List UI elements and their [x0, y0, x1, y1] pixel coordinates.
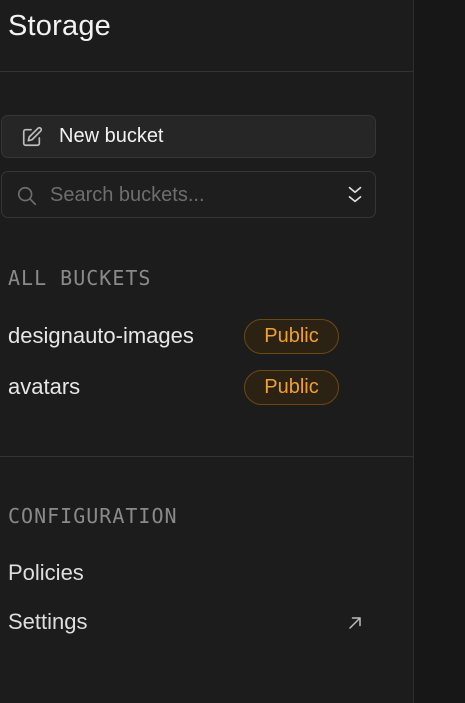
bucket-item-designauto-images[interactable]: designauto-images Public: [0, 317, 413, 357]
storage-sidebar: Storage New bucket ALL BUCKETS designaut…: [0, 0, 414, 703]
bucket-item-avatars[interactable]: avatars Public: [0, 368, 413, 408]
search-buckets-input[interactable]: [50, 180, 330, 210]
search-icon: [17, 186, 37, 206]
new-bucket-button[interactable]: New bucket: [1, 115, 376, 158]
config-item-policies[interactable]: Policies: [0, 555, 413, 595]
new-bucket-label: New bucket: [59, 125, 164, 147]
settings-label: Settings: [8, 609, 88, 634]
config-item-settings[interactable]: Settings: [0, 604, 413, 644]
configuration-heading: CONFIGURATION: [8, 504, 178, 528]
main-content-area: [414, 0, 465, 703]
edit-icon: [22, 126, 43, 147]
policies-label: Policies: [8, 560, 84, 585]
public-badge: Public: [244, 370, 339, 405]
page-title: Storage: [8, 10, 111, 42]
all-buckets-heading: ALL BUCKETS: [8, 266, 152, 290]
bucket-name: designauto-images: [8, 323, 194, 348]
section-divider: [0, 456, 413, 457]
header-divider: [0, 71, 413, 72]
chevrons-down-icon[interactable]: [344, 184, 366, 206]
public-badge: Public: [244, 319, 339, 354]
search-buckets-field: [1, 171, 376, 218]
external-link-icon: [349, 617, 361, 629]
bucket-name: avatars: [8, 374, 81, 399]
